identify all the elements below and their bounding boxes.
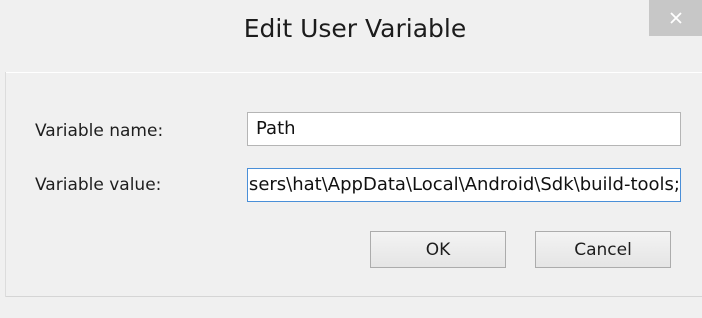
variable-name-label: Variable name:	[35, 121, 164, 141]
variable-name-input[interactable]: Path	[247, 112, 681, 146]
close-icon	[669, 12, 682, 24]
dialog-body: Variable name: Path Variable value: C:\U…	[6, 72, 702, 297]
cancel-button[interactable]: Cancel	[535, 231, 671, 268]
variable-value-input[interactable]: C:\Users\hat\AppData\Local\Android\Sdk\b…	[247, 168, 681, 202]
close-button[interactable]	[649, 0, 702, 36]
bottom-frame	[0, 297, 702, 318]
dialog-title: Edit User Variable	[243, 14, 467, 43]
variable-value-label: Variable value:	[35, 175, 162, 195]
variable-name-text: Path	[256, 118, 296, 139]
edit-user-variable-dialog: Edit User Variable Variable name: Path V…	[0, 0, 702, 318]
title-bar[interactable]: Edit User Variable	[0, 0, 702, 72]
ok-button[interactable]: OK	[370, 231, 506, 268]
variable-value-text: C:\Users\hat\AppData\Local\Android\Sdk\b…	[247, 174, 680, 195]
